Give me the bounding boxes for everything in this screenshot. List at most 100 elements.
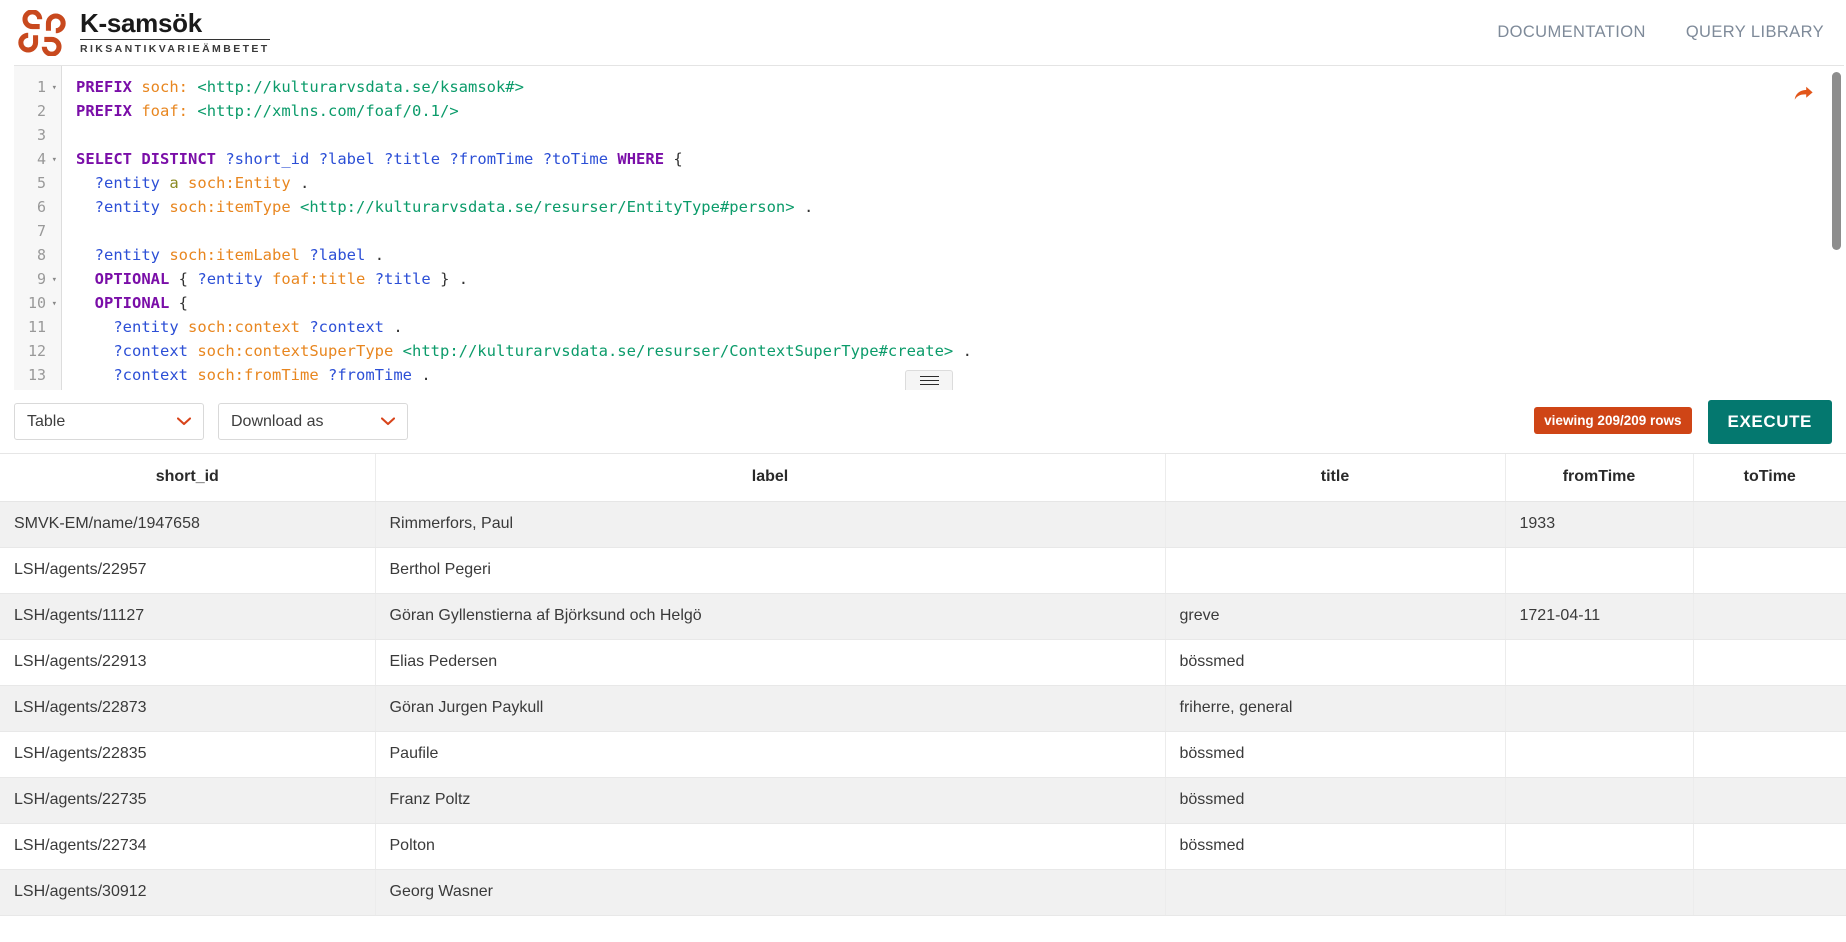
cell-title: bössmed (1165, 731, 1506, 778)
cell-short_id: SMVK-EM/name/1947658 (0, 501, 376, 548)
cell-title: bössmed (1165, 639, 1506, 686)
code-line: OPTIONAL { ?entity foaf:title ?title } . (94, 270, 469, 288)
column-header-title[interactable]: title (1165, 454, 1506, 502)
code-line: ?entity soch:itemLabel ?label . (94, 246, 385, 264)
chevron-down-icon (177, 417, 191, 426)
cell-fromTime (1505, 547, 1694, 594)
fold-toggle-icon: ▾ (46, 244, 57, 268)
cell-title (1165, 869, 1506, 916)
code-line: OPTIONAL { (94, 294, 189, 312)
line-number: 4 ▾ (14, 147, 61, 171)
results-table-container[interactable]: short_id label title fromTime toTime SMV… (0, 453, 1846, 942)
fold-toggle-icon: ▾ (46, 124, 57, 148)
cell-toTime (1693, 823, 1846, 870)
table-row[interactable]: LSH/agents/22913 Elias Pedersen bössmed (0, 639, 1846, 686)
cell-label: Elias Pedersen (375, 639, 1166, 686)
editor-scrollbar[interactable] (1832, 72, 1841, 372)
code-line: PREFIX soch: <http://kulturarvsdata.se/k… (76, 78, 524, 96)
view-format-select[interactable]: Table (14, 403, 204, 440)
line-number: 13▾ (14, 363, 61, 387)
line-number: 5▾ (14, 171, 61, 195)
results-toolbar: Table Download as viewing 209/209 rows E… (0, 390, 1846, 453)
column-header-toTime[interactable]: toTime (1693, 454, 1846, 502)
line-number: 8▾ (14, 243, 61, 267)
table-row[interactable]: LSH/agents/22835 Paufile bössmed (0, 731, 1846, 778)
cell-toTime (1693, 593, 1846, 640)
cell-fromTime (1505, 777, 1694, 824)
cell-title: friherre, general (1165, 685, 1506, 732)
fold-toggle-icon: ▾ (46, 172, 57, 196)
cell-toTime (1693, 685, 1846, 732)
fold-toggle-icon[interactable]: ▾ (46, 148, 57, 172)
cell-short_id: LSH/agents/22913 (0, 639, 376, 686)
cell-short_id: LSH/agents/22735 (0, 777, 376, 824)
cell-short_id: LSH/agents/22957 (0, 547, 376, 594)
fold-toggle-icon[interactable]: ▾ (46, 268, 57, 292)
table-row[interactable]: SMVK-EM/name/1947658 Rimmerfors, Paul 1933 (0, 501, 1846, 548)
cell-short_id: LSH/agents/30912 (0, 869, 376, 916)
execute-button[interactable]: EXECUTE (1707, 399, 1832, 444)
cell-toTime (1693, 777, 1846, 824)
column-header-fromTime[interactable]: fromTime (1505, 454, 1694, 502)
fold-toggle-icon[interactable]: ▾ (46, 292, 57, 316)
cell-fromTime (1505, 823, 1694, 870)
download-as-value: Download as (231, 412, 324, 430)
cell-fromTime (1505, 731, 1694, 778)
line-number-gutter: 1▾2▾3▾4▾5▾6▾7▾8▾9▾10▾11▾12▾13▾14▾ (14, 66, 62, 390)
sparql-editor[interactable]: 1▾2▾3▾4▾5▾6▾7▾8▾9▾10▾11▾12▾13▾14▾ PREFIX… (14, 66, 1844, 390)
cell-title (1165, 501, 1506, 548)
nav-link-documentation[interactable]: DOCUMENTATION (1497, 23, 1646, 42)
query-editor-panel: 1▾2▾3▾4▾5▾6▾7▾8▾9▾10▾11▾12▾13▾14▾ PREFIX… (14, 65, 1844, 390)
column-header-short_id[interactable]: short_id (0, 454, 376, 502)
code-line: SELECT DISTINCT ?short_id ?label ?title … (76, 150, 683, 168)
cell-toTime (1693, 639, 1846, 686)
cell-label: Polton (375, 823, 1166, 870)
line-number: 6▾ (14, 195, 61, 219)
fold-toggle-icon[interactable]: ▾ (46, 76, 57, 100)
code-line: ?context soch:contextSuperType <http://k… (113, 342, 972, 360)
table-row[interactable]: LSH/agents/22734 Polton bössmed (0, 823, 1846, 870)
editor-scrollbar-thumb[interactable] (1832, 72, 1841, 250)
cell-label: Georg Wasner (375, 869, 1166, 916)
view-format-value: Table (27, 412, 66, 430)
cell-label: Berthol Pegeri (375, 547, 1166, 594)
line-number: 2▾ (14, 99, 61, 123)
nav-link-query-library[interactable]: QUERY LIBRARY (1686, 23, 1824, 42)
cell-label: Rimmerfors, Paul (375, 501, 1166, 548)
fold-toggle-icon: ▾ (46, 196, 57, 220)
line-number: 3▾ (14, 123, 61, 147)
line-number: 11▾ (14, 315, 61, 339)
table-row[interactable]: LSH/agents/11127 Göran Gyllenstierna af B… (0, 593, 1846, 640)
table-row[interactable]: LSH/agents/22873 Göran Jurgen Paykull frih… (0, 685, 1846, 732)
table-header-row: short_id label title fromTime toTime (0, 454, 1846, 502)
cell-toTime (1693, 501, 1846, 548)
column-header-label[interactable]: label (375, 454, 1166, 502)
table-row[interactable]: LSH/agents/22735 Franz Poltz bössmed (0, 777, 1846, 824)
cell-toTime (1693, 731, 1846, 778)
share-arrow-icon[interactable] (1792, 84, 1814, 106)
code-line: PREFIX foaf: <http://xmlns.com/foaf/0.1/… (76, 102, 459, 120)
cell-title: bössmed (1165, 777, 1506, 824)
row-count-badge: viewing 209/209 rows (1534, 407, 1692, 434)
line-number: 1 ▾ (14, 75, 61, 99)
table-row[interactable]: LSH/agents/22957 Berthol Pegeri (0, 547, 1846, 594)
chevron-down-icon (381, 417, 395, 426)
cell-short_id: LSH/agents/22734 (0, 823, 376, 870)
fold-toggle-icon: ▾ (46, 316, 57, 340)
line-number: 7▾ (14, 219, 61, 243)
table-row[interactable]: LSH/agents/30912 Georg Wasner (0, 869, 1846, 916)
code-line: ?entity a soch:Entity . (94, 174, 310, 192)
cell-toTime (1693, 547, 1846, 594)
editor-resize-handle[interactable] (905, 370, 953, 390)
download-as-select[interactable]: Download as (218, 403, 408, 440)
cell-fromTime: 1933 (1505, 501, 1694, 548)
code-line: ?context soch:fromTime ?fromTime . (113, 366, 431, 384)
resize-grip-icon (919, 373, 939, 387)
cell-fromTime (1505, 869, 1694, 916)
cell-title (1165, 547, 1506, 594)
cell-label: Göran Gyllenstierna af Björksund och Hel… (375, 593, 1166, 640)
cell-short_id: LSH/agents/22873 (0, 685, 376, 732)
cell-title: greve (1165, 593, 1506, 640)
code-area[interactable]: PREFIX soch: <http://kulturarvsdata.se/k… (62, 66, 1844, 390)
